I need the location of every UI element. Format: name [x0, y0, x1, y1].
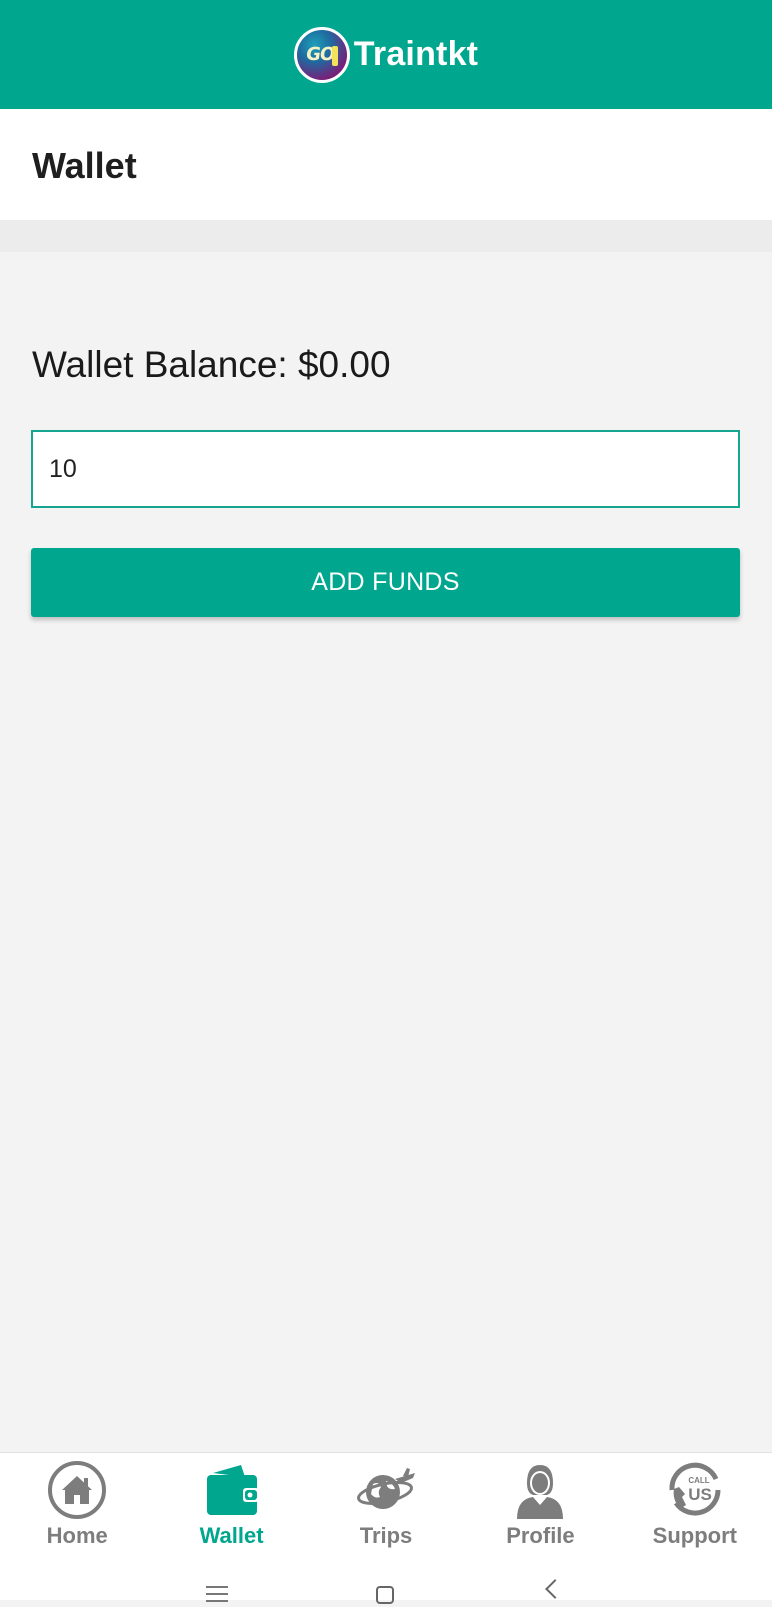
nav-item-support[interactable]: CALL US Support	[618, 1453, 772, 1561]
app-logo: GO	[293, 26, 350, 83]
recent-apps-icon[interactable]	[206, 1586, 228, 1607]
bottom-navigation: Home Wallet Trips Profile CALL US Suppor…	[0, 1452, 772, 1561]
system-home-icon[interactable]	[376, 1586, 394, 1604]
svg-text:CALL: CALL	[688, 1476, 709, 1485]
amount-input[interactable]	[31, 430, 740, 508]
nav-label-wallet: Wallet	[199, 1523, 264, 1548]
nav-label-support: Support	[652, 1523, 737, 1548]
nav-item-home[interactable]: Home	[0, 1453, 154, 1561]
page-title-bar: Wallet	[0, 109, 772, 220]
svg-text:US: US	[688, 1485, 712, 1504]
nav-item-trips[interactable]: Trips	[309, 1453, 463, 1561]
wallet-icon	[206, 1465, 259, 1515]
app-name: Traintkt	[353, 35, 479, 73]
nav-label-home: Home	[46, 1523, 108, 1548]
call-us-icon: CALL US	[669, 1462, 721, 1516]
person-icon	[517, 1465, 564, 1519]
section-divider	[0, 220, 772, 252]
logo-text: GO	[304, 44, 336, 65]
nav-item-profile[interactable]: Profile	[463, 1453, 617, 1561]
add-funds-button[interactable]: ADD FUNDS	[31, 548, 740, 617]
system-navigation-bar	[0, 1560, 772, 1604]
page-title: Wallet	[32, 145, 137, 186]
logo-stripe	[331, 45, 338, 66]
nav-item-wallet[interactable]: Wallet	[154, 1453, 308, 1561]
wallet-balance: Wallet Balance: $0.00	[32, 344, 391, 385]
system-back-icon[interactable]	[545, 1579, 565, 1599]
globe-plane-icon	[357, 1468, 416, 1509]
app-header: GO Traintkt	[0, 0, 772, 109]
nav-label-trips: Trips	[359, 1523, 413, 1548]
nav-label-profile: Profile	[506, 1523, 575, 1548]
home-icon	[48, 1461, 107, 1519]
